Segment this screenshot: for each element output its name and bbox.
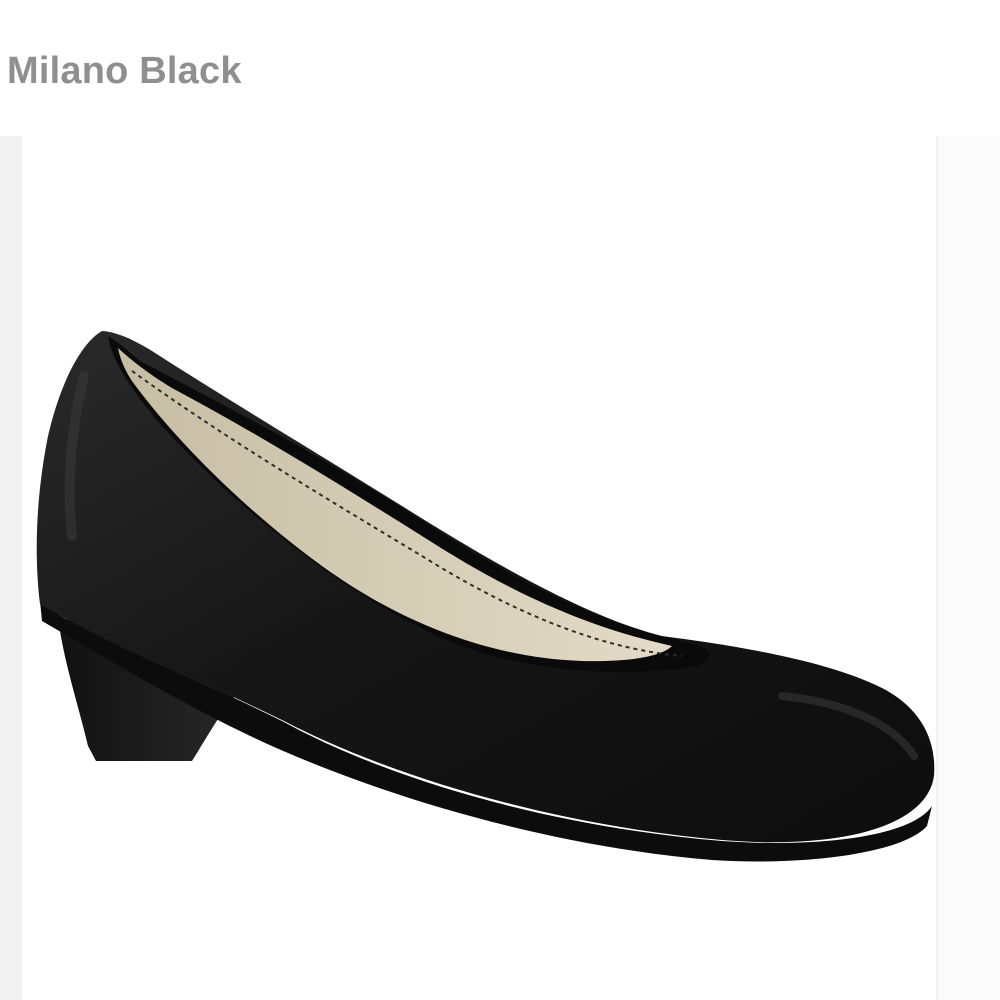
product-title: Milano Black [7, 50, 242, 92]
next-image-slide[interactable] [938, 136, 1000, 1000]
product-header: Milano Black [0, 0, 1000, 136]
product-image-carousel[interactable] [0, 136, 1000, 1000]
product-image-slide[interactable] [22, 136, 936, 1000]
product-page: Milano Black [0, 0, 1000, 1000]
shoe-image [36, 331, 935, 862]
